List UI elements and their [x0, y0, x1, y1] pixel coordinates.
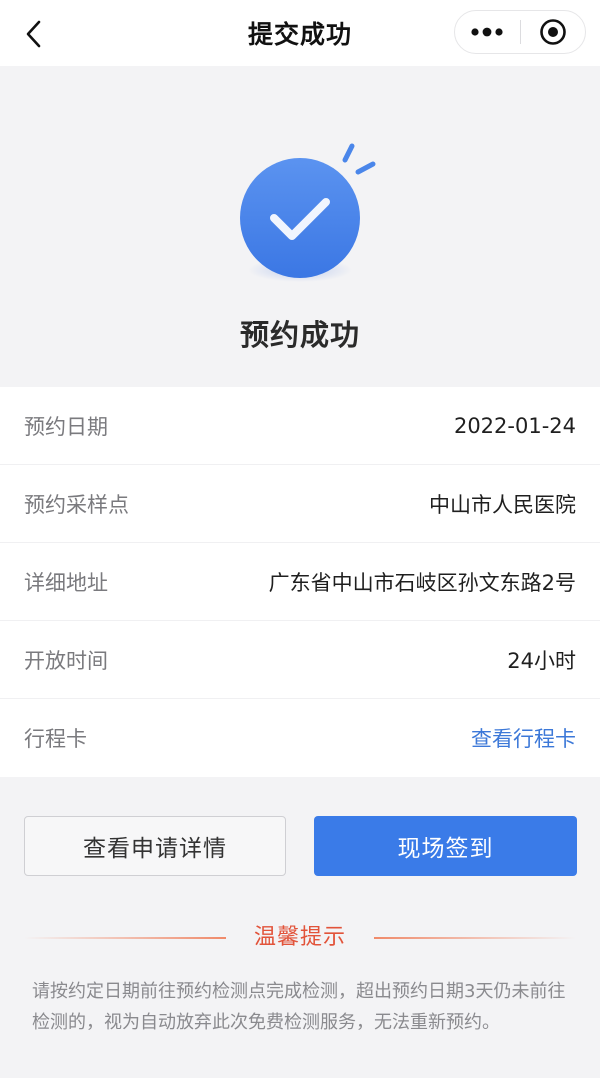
site-label: 预约采样点 — [24, 492, 129, 517]
info-row-hours: 开放时间 24小时 — [0, 621, 600, 699]
tips-title: 温馨提示 — [253, 925, 346, 950]
address-value: 广东省中山市石岐区孙文东路2号 — [268, 570, 576, 595]
onsite-checkin-button[interactable]: 现场签到 — [314, 816, 577, 876]
info-row-site: 预约采样点 中山市人民医院 — [0, 465, 600, 543]
target-circle-icon — [539, 19, 566, 45]
hours-label: 开放时间 — [24, 648, 108, 673]
travel-card-label: 行程卡 — [24, 727, 87, 751]
tips-header: 温馨提示 — [0, 920, 600, 956]
page-title: 提交成功 — [247, 20, 352, 49]
view-travel-card-link[interactable]: 查看行程卡 — [471, 723, 576, 753]
site-value: 中山市人民医院 — [429, 492, 576, 517]
date-value: 2022-01-24 — [453, 413, 576, 438]
info-row-travel-card: 行程卡 查看行程卡 — [0, 699, 600, 777]
page: 提交成功 预约成功 预约日期 2022-01-24 预约采样点 中山市人民医院 … — [0, 0, 600, 1078]
address-label: 详细地址 — [24, 570, 108, 595]
appointment-info-card: 预约日期 2022-01-24 预约采样点 中山市人民医院 详细地址 广东省中山… — [0, 387, 600, 777]
tips-divider-right — [374, 937, 576, 939]
back-button[interactable] — [14, 14, 54, 54]
more-button[interactable] — [455, 11, 520, 53]
success-hero: 预约成功 — [0, 66, 600, 386]
hours-value: 24小时 — [507, 648, 576, 673]
date-label: 预约日期 — [24, 414, 108, 439]
tips-divider-left — [24, 937, 226, 939]
nav-bar: 提交成功 — [0, 0, 600, 66]
view-application-details-button[interactable]: 查看申请详情 — [24, 816, 286, 876]
success-title: 预约成功 — [239, 318, 360, 352]
chevron-left-icon — [26, 20, 41, 48]
more-dots-icon — [471, 27, 503, 37]
mini-program-capsule — [454, 10, 586, 54]
close-mini-program-button[interactable] — [521, 11, 586, 53]
info-row-address: 详细地址 广东省中山市石岐区孙文东路2号 — [0, 543, 600, 621]
info-row-date: 预约日期 2022-01-24 — [0, 387, 600, 465]
tips-text: 请按约定日期前往预约检测点完成检测，超出预约日期3天仍未前往检测的，视为自动放弃… — [32, 981, 566, 1033]
check-circle-icon — [240, 143, 376, 282]
